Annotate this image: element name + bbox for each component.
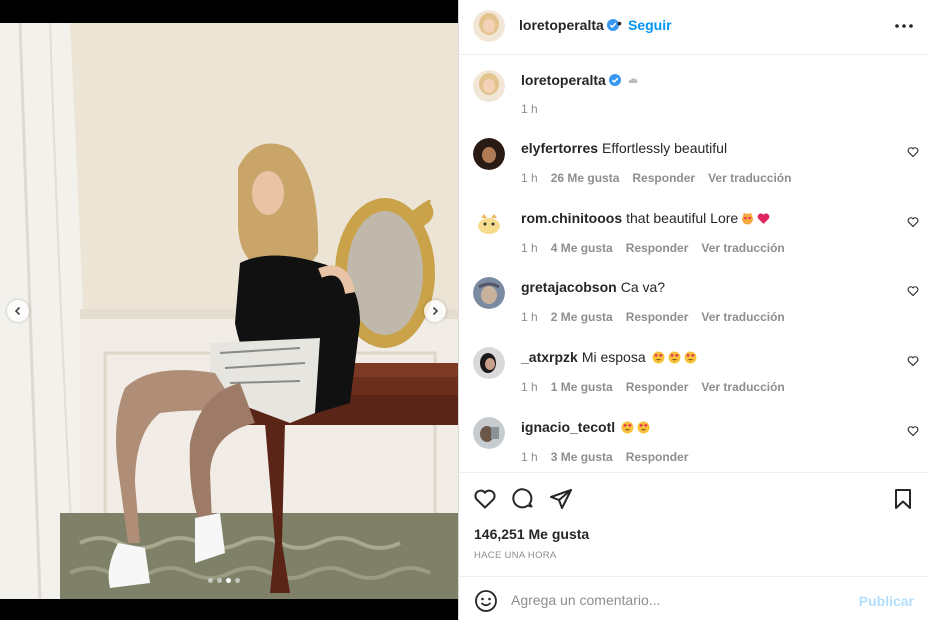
author-username-text[interactable]: loretoperalta xyxy=(519,17,604,33)
commenter-avatar[interactable] xyxy=(473,347,505,379)
comment-text: ignacio_tecotl xyxy=(521,419,650,435)
author-avatar[interactable] xyxy=(473,10,505,42)
caption-author-avatar[interactable] xyxy=(473,70,505,102)
author-username[interactable]: loretoperalta xyxy=(519,17,619,33)
heart-eyes-emoji xyxy=(621,421,634,434)
header-separator: • xyxy=(617,15,622,31)
carousel-indicator xyxy=(208,578,240,583)
translate-button[interactable]: Ver traducción xyxy=(701,380,784,394)
comment-body: that beautiful Lore xyxy=(626,210,739,226)
reply-button[interactable]: Responder xyxy=(626,310,689,324)
heart-eyes-emoji xyxy=(668,351,681,364)
commenter-username[interactable]: rom.chinitooos xyxy=(521,210,622,226)
comment-body: Effortlessly beautiful xyxy=(602,140,728,156)
comment-likes[interactable]: 26 Me gusta xyxy=(551,171,620,185)
comment-time: 1 h xyxy=(521,171,538,185)
caption-username[interactable]: loretoperalta xyxy=(521,72,639,88)
comment-item: ignacio_tecotl 1 h 3 Me gusta Responder xyxy=(473,417,919,477)
comment-item: rom.chinitooos that beautiful Lore 1 h 4 M… xyxy=(473,208,919,268)
heart-eyes-emoji xyxy=(684,351,697,364)
post-header: loretoperalta • Seguir xyxy=(459,0,928,55)
reply-button[interactable]: Responder xyxy=(626,380,689,394)
verified-badge-icon xyxy=(608,74,621,86)
comment-text: gretajacobson Ca va? xyxy=(521,279,665,295)
photo-illustration xyxy=(0,23,458,599)
reply-button[interactable]: Responder xyxy=(626,241,689,255)
commenter-avatar[interactable] xyxy=(473,138,505,170)
cloud-emoji-icon xyxy=(628,78,638,83)
like-heart-icon[interactable] xyxy=(473,487,497,511)
comment-text: rom.chinitooos that beautiful Lore xyxy=(521,210,770,226)
emoji-smiley-icon[interactable] xyxy=(474,589,498,613)
commenter-avatar[interactable] xyxy=(473,417,505,449)
post-details-panel: loretoperalta • Seguir loretoperalta 1 h… xyxy=(458,0,928,620)
comment-meta: 1 h 1 Me gusta Responder Ver traducción xyxy=(521,380,798,394)
comment-meta: 1 h 26 Me gusta Responder Ver traducción xyxy=(521,171,804,185)
next-photo-button[interactable] xyxy=(424,300,446,322)
comment-text: _atxrpzk Mi esposa xyxy=(521,349,697,365)
cat-heart-eyes-emoji xyxy=(742,212,754,225)
heart-outline-icon[interactable] xyxy=(907,216,919,228)
chevron-right-icon xyxy=(432,306,439,316)
carousel-dot xyxy=(208,578,213,583)
commenter-avatar[interactable] xyxy=(473,208,505,240)
share-paper-plane-icon[interactable] xyxy=(549,487,573,511)
post-timestamp: HACE UNA HORA xyxy=(474,550,557,561)
comment-likes[interactable]: 2 Me gusta xyxy=(551,310,613,324)
post-photo[interactable] xyxy=(0,23,458,599)
translate-button[interactable]: Ver traducción xyxy=(708,171,791,185)
heart-outline-icon[interactable] xyxy=(907,285,919,297)
heart-eyes-emoji xyxy=(652,351,665,364)
carousel-dot-active xyxy=(226,578,231,583)
commenter-avatar[interactable] xyxy=(473,277,505,309)
publish-comment-button[interactable]: Publicar xyxy=(859,593,914,609)
comment-time: 1 h xyxy=(521,241,538,255)
add-comment-bar: Publicar xyxy=(459,576,928,620)
carousel-dot xyxy=(217,578,222,583)
comment-meta: 1 h 3 Me gusta Responder xyxy=(521,450,701,464)
comment-likes[interactable]: 4 Me gusta xyxy=(551,241,613,255)
commenter-username[interactable]: _atxrpzk xyxy=(521,349,578,365)
commenter-username[interactable]: ignacio_tecotl xyxy=(521,419,615,435)
red-heart-emoji xyxy=(757,213,770,224)
comment-item: gretajacobson Ca va? 1 h 2 Me gusta Respond… xyxy=(473,277,919,337)
caption-time: 1 h xyxy=(521,102,538,116)
heart-outline-icon[interactable] xyxy=(907,355,919,367)
comment-time: 1 h xyxy=(521,450,538,464)
heart-eyes-emoji xyxy=(637,421,650,434)
heart-outline-icon[interactable] xyxy=(907,146,919,158)
previous-photo-button[interactable] xyxy=(7,300,29,322)
chevron-left-icon xyxy=(14,306,21,316)
heart-outline-icon[interactable] xyxy=(907,425,919,437)
more-options-icon[interactable] xyxy=(893,16,915,36)
post-actions: 146,251 Me gusta HACE UNA HORA xyxy=(459,472,928,576)
commenter-username[interactable]: gretajacobson xyxy=(521,279,617,295)
comment-body: Ca va? xyxy=(620,279,666,295)
comment-meta: 1 h 2 Me gusta Responder Ver traducción xyxy=(521,310,798,324)
follow-button[interactable]: Seguir xyxy=(628,17,672,33)
comment-text: elyfertorres Effortlessly beautiful xyxy=(521,140,727,156)
carousel-dot xyxy=(235,578,240,583)
comment-time: 1 h xyxy=(521,310,538,324)
commenter-username[interactable]: elyfertorres xyxy=(521,140,598,156)
comment-input[interactable] xyxy=(511,589,841,611)
comment-likes[interactable]: 1 Me gusta xyxy=(551,380,613,394)
post-media xyxy=(0,0,458,620)
comment-body: Mi esposa xyxy=(581,349,646,365)
comment-likes[interactable]: 3 Me gusta xyxy=(551,450,613,464)
comment-item: _atxrpzk Mi esposa 1 h 1 Me gusta Responder… xyxy=(473,347,919,407)
reply-button[interactable]: Responder xyxy=(632,171,695,185)
comment-bubble-icon[interactable] xyxy=(511,487,535,511)
save-bookmark-icon[interactable] xyxy=(891,487,915,511)
comment-time: 1 h xyxy=(521,380,538,394)
comment-item: elyfertorres Effortlessly beautiful 1 h 26… xyxy=(473,138,919,198)
likes-count[interactable]: 146,251 Me gusta xyxy=(474,526,589,542)
translate-button[interactable]: Ver traducción xyxy=(701,241,784,255)
reply-button[interactable]: Responder xyxy=(626,450,689,464)
caption-username-text[interactable]: loretoperalta xyxy=(521,72,606,88)
comment-meta: 1 h 4 Me gusta Responder Ver traducción xyxy=(521,241,798,255)
translate-button[interactable]: Ver traducción xyxy=(701,310,784,324)
